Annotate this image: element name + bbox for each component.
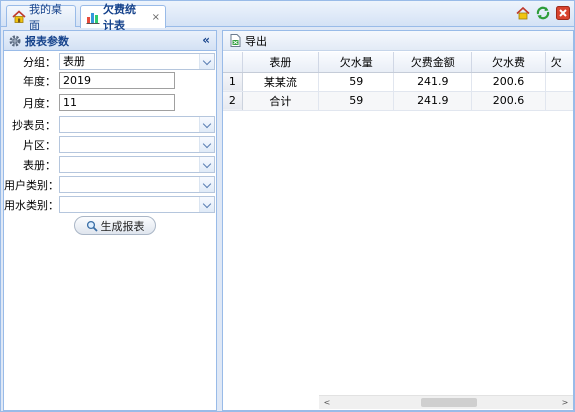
field-label: 月度： bbox=[23, 97, 56, 110]
export-icon bbox=[229, 34, 242, 47]
gear-icon bbox=[8, 34, 22, 48]
refresh-icon[interactable] bbox=[536, 6, 550, 20]
field-user-type: 用户类别： bbox=[4, 175, 218, 195]
params-panel-header: 报表参数 « bbox=[4, 31, 216, 51]
area-combo[interactable] bbox=[59, 136, 215, 153]
field-reader: 抄表员： bbox=[4, 115, 218, 135]
result-toolbar: 导出 bbox=[223, 31, 573, 51]
month-input[interactable]: 11 bbox=[59, 94, 175, 111]
search-icon bbox=[86, 220, 98, 232]
field-area: 片区： bbox=[4, 135, 218, 155]
scroll-left-icon[interactable]: < bbox=[321, 396, 333, 409]
tab-close-icon[interactable]: × bbox=[152, 12, 160, 23]
table-cell: 59 bbox=[318, 72, 395, 92]
user-type-combo[interactable] bbox=[59, 176, 215, 193]
field-label: 抄表员： bbox=[12, 119, 56, 132]
table-cell bbox=[545, 91, 573, 111]
report-params-panel: 报表参数 « 分组： 表册 年度： 2019 月度： 11 抄表员： 片区： 表… bbox=[3, 30, 217, 411]
field-group: 分组： 表册 bbox=[4, 52, 218, 72]
data-grid: 表册 欠水量 欠费金额 欠水费 欠 1 某某流 59 241.9 200.6 2… bbox=[223, 52, 573, 111]
field-label: 片区： bbox=[23, 139, 56, 152]
column-header[interactable]: 欠 bbox=[545, 52, 573, 73]
table-cell bbox=[545, 72, 573, 92]
table-cell: 某某流 bbox=[242, 72, 320, 92]
chevron-down-icon[interactable] bbox=[199, 117, 214, 132]
params-panel-title: 报表参数 bbox=[25, 34, 69, 48]
export-label: 导出 bbox=[245, 34, 267, 48]
export-button[interactable]: 导出 bbox=[229, 33, 267, 49]
chart-icon bbox=[86, 11, 100, 24]
row-number: 1 bbox=[223, 72, 243, 92]
header-tools bbox=[516, 6, 570, 20]
chevron-down-icon[interactable] bbox=[199, 197, 214, 212]
field-label: 表册： bbox=[23, 159, 56, 172]
table-cell: 合计 bbox=[242, 91, 320, 111]
column-header[interactable]: 表册 bbox=[242, 52, 320, 73]
horizontal-scrollbar[interactable]: < > bbox=[319, 395, 573, 409]
generate-report-button[interactable]: 生成报表 bbox=[74, 216, 156, 235]
field-label: 年度： bbox=[23, 75, 56, 88]
report-result-panel: 导出 表册 欠水量 欠费金额 欠水费 欠 1 某某流 59 241.9 200.… bbox=[222, 30, 574, 411]
table-row[interactable]: 2 合计 59 241.9 200.6 bbox=[223, 91, 573, 111]
table-cell: 241.9 bbox=[393, 91, 473, 111]
generate-report-label: 生成报表 bbox=[100, 219, 145, 233]
home-icon bbox=[12, 10, 26, 23]
collapse-icon[interactable]: « bbox=[202, 33, 210, 47]
chevron-down-icon[interactable] bbox=[199, 157, 214, 172]
reader-combo[interactable] bbox=[59, 116, 215, 133]
chevron-down-icon[interactable] bbox=[199, 54, 214, 69]
year-input[interactable]: 2019 bbox=[59, 72, 175, 89]
chevron-down-icon[interactable] bbox=[199, 177, 214, 192]
field-month: 月度： 11 bbox=[4, 93, 218, 113]
column-header[interactable]: 欠费金额 bbox=[393, 52, 473, 73]
column-header[interactable] bbox=[223, 52, 243, 73]
combo-value: 表册 bbox=[63, 55, 85, 68]
group-combo[interactable]: 表册 bbox=[59, 53, 215, 70]
field-label: 用户类别： bbox=[4, 179, 59, 192]
tab-label: 我的桌面 bbox=[29, 2, 62, 32]
tab-bar: 我的桌面 欠费统计表 × bbox=[1, 1, 574, 32]
close-icon[interactable] bbox=[556, 6, 570, 20]
chevron-down-icon[interactable] bbox=[199, 137, 214, 152]
data-table: 表册 欠水量 欠费金额 欠水费 欠 1 某某流 59 241.9 200.6 2… bbox=[223, 52, 573, 111]
tab-my-desktop[interactable]: 我的桌面 bbox=[6, 3, 76, 32]
field-label: 分组： bbox=[23, 56, 56, 69]
row-number: 2 bbox=[223, 91, 243, 111]
table-cell: 241.9 bbox=[393, 72, 473, 92]
tab-arrears-report[interactable]: 欠费统计表 × bbox=[80, 3, 166, 32]
home-icon[interactable] bbox=[516, 6, 530, 20]
scroll-right-icon[interactable]: > bbox=[559, 396, 571, 409]
scroll-thumb[interactable] bbox=[421, 398, 477, 407]
tab-label: 欠费统计表 bbox=[103, 3, 136, 32]
table-cell: 59 bbox=[318, 91, 395, 111]
column-header[interactable]: 欠水量 bbox=[318, 52, 395, 73]
table-header-row: 表册 欠水量 欠费金额 欠水费 欠 bbox=[223, 52, 573, 73]
table-cell: 200.6 bbox=[471, 72, 546, 92]
column-header[interactable]: 欠水费 bbox=[471, 52, 546, 73]
field-water-type: 用水类别： bbox=[4, 195, 218, 215]
field-year: 年度： 2019 bbox=[4, 71, 218, 91]
field-label: 用水类别： bbox=[4, 199, 59, 212]
app-window: 我的桌面 欠费统计表 × 报表参数 « 分组： 表册 年度： 2019 月度： … bbox=[0, 0, 575, 412]
table-row[interactable]: 1 某某流 59 241.9 200.6 bbox=[223, 72, 573, 92]
book-combo[interactable] bbox=[59, 156, 215, 173]
water-type-combo[interactable] bbox=[59, 196, 215, 213]
field-book: 表册： bbox=[4, 155, 218, 175]
table-cell: 200.6 bbox=[471, 91, 546, 111]
